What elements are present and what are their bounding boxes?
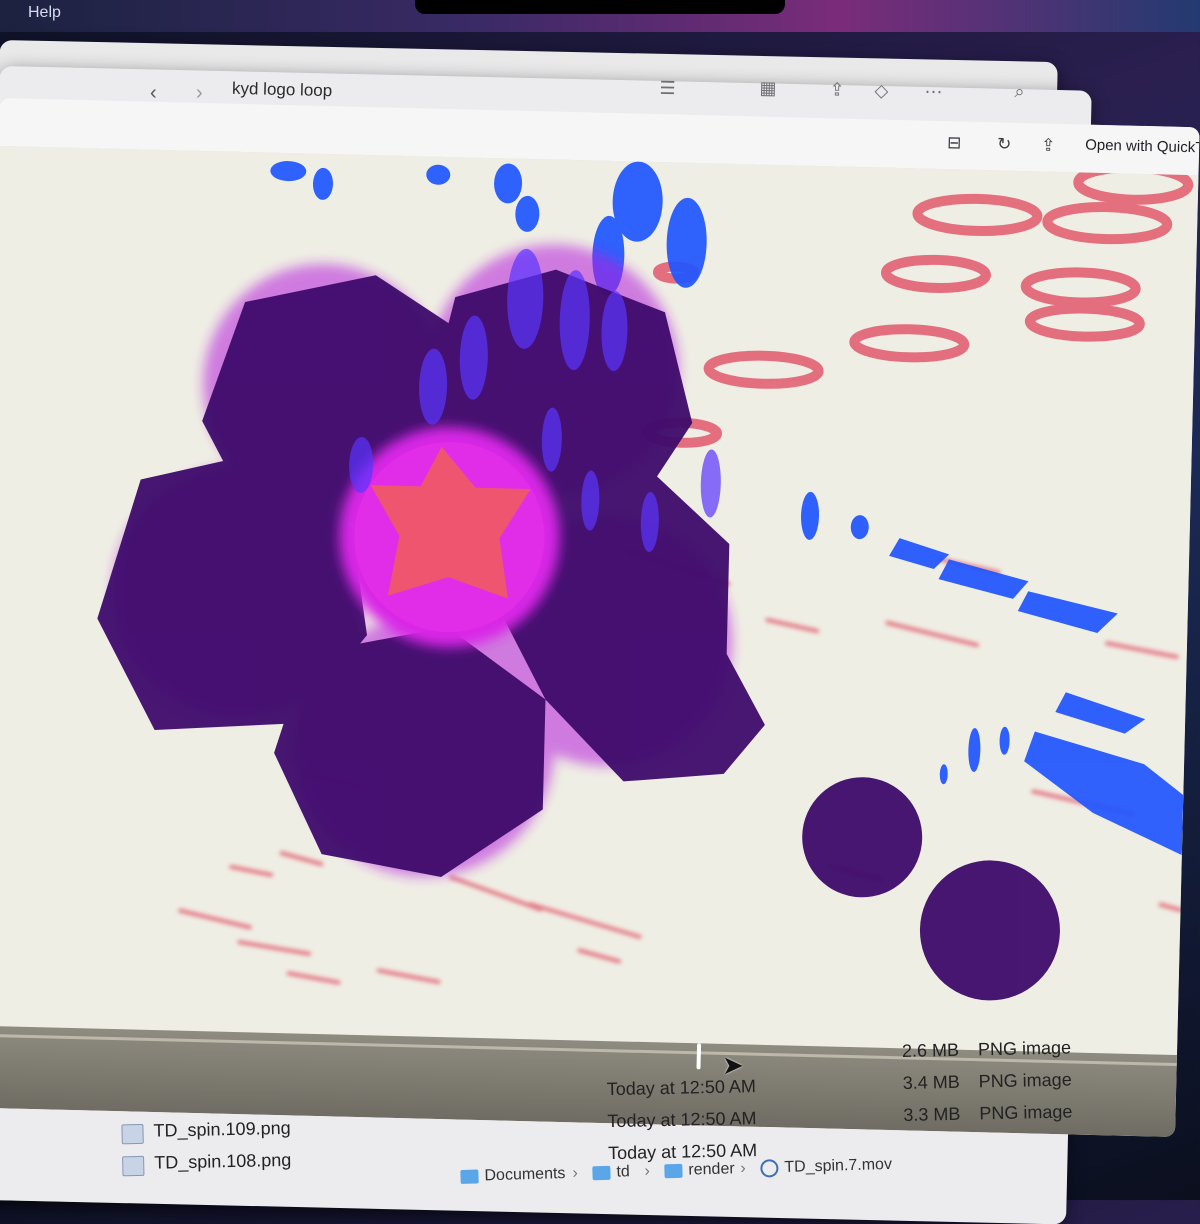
folder-icon: [592, 1165, 611, 1181]
search-icon[interactable]: ⌕: [1014, 81, 1025, 102]
share-icon[interactable]: ⇪: [829, 79, 845, 100]
path-item-documents[interactable]: Documents: [460, 1165, 566, 1186]
folder-icon: [664, 1163, 683, 1179]
chevron-right-icon: ›: [644, 1162, 651, 1180]
png-file-icon: [121, 1123, 144, 1145]
list-view-icon[interactable]: ☰: [659, 78, 676, 99]
open-with-button[interactable]: Open with QuickT: [1077, 130, 1200, 162]
share-icon[interactable]: ⇪: [1041, 135, 1056, 155]
quick-look-window: ⊟ ↻ ⇪ Open with QuickT: [0, 98, 1200, 1138]
trim-icon[interactable]: ⊟: [947, 133, 962, 153]
camera-notch: [415, 0, 785, 14]
chevron-right-icon: ›: [740, 1160, 746, 1178]
forward-button[interactable]: ›: [196, 82, 203, 105]
path-item-td[interactable]: td: [592, 1163, 630, 1182]
path-item-file[interactable]: TD_spin.7.mov: [760, 1156, 892, 1178]
video-frame-art: [97, 161, 1194, 1001]
chevron-right-icon: ›: [572, 1164, 579, 1182]
path-item-render[interactable]: render: [664, 1160, 735, 1180]
rotate-icon[interactable]: ↻: [997, 134, 1012, 154]
group-icon[interactable]: ▦: [759, 78, 776, 99]
menu-bar: Help: [0, 0, 1200, 32]
png-file-icon: [122, 1155, 145, 1177]
more-icon[interactable]: ⋯: [924, 81, 942, 102]
flower-petals: [97, 269, 1060, 1001]
movie-file-icon: [760, 1159, 779, 1178]
folder-icon: [460, 1169, 479, 1184]
window-title: kyd logo loop: [231, 78, 333, 101]
red-ring-marks: [642, 162, 1194, 448]
tag-icon[interactable]: ◇: [874, 80, 888, 101]
video-frame: [0, 145, 1199, 1056]
menu-help[interactable]: Help: [28, 4, 61, 22]
